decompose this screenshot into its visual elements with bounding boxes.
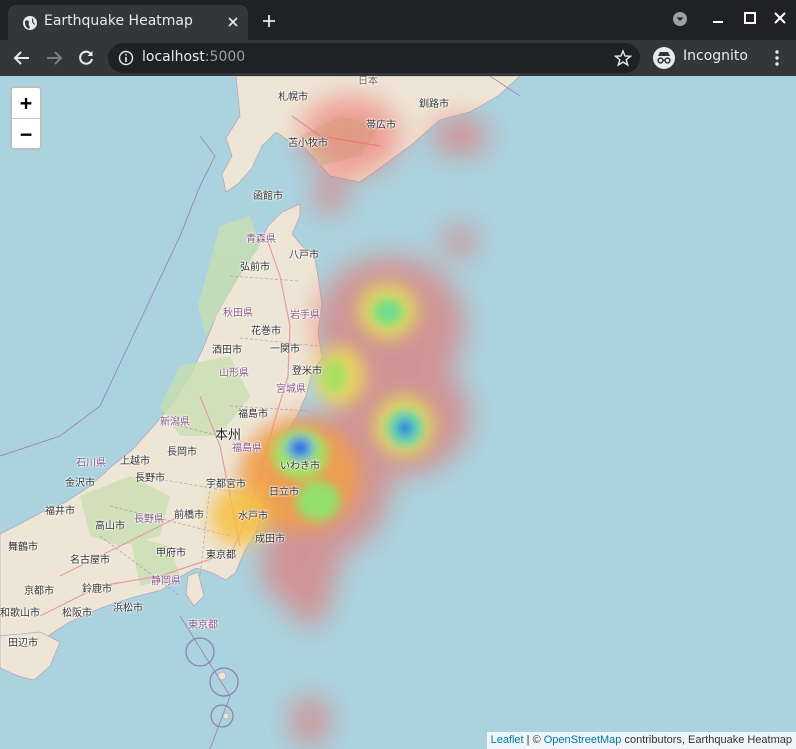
city-label: 松阪市 bbox=[62, 608, 92, 619]
profile-label[interactable]: Incognito bbox=[683, 48, 748, 64]
city-label: 札幌市 bbox=[278, 92, 308, 103]
globe-icon bbox=[23, 16, 37, 30]
city-label: 日立市 bbox=[269, 487, 299, 498]
city-label: 函館市 bbox=[253, 191, 283, 202]
map-base-layer bbox=[0, 76, 521, 749]
maximize-icon[interactable] bbox=[741, 10, 759, 28]
attribution-text: contributors, Earthquake Heatmap bbox=[621, 734, 792, 746]
prefecture-label: 宮城県 bbox=[276, 384, 306, 395]
minimize-icon[interactable] bbox=[709, 10, 727, 28]
city-label: 上越市 bbox=[120, 456, 150, 467]
city-label: 田辺市 bbox=[8, 638, 38, 649]
leaflet-link[interactable]: Leaflet bbox=[491, 734, 524, 746]
city-label: 長野市 bbox=[135, 473, 165, 484]
city-label: 甲府市 bbox=[156, 548, 186, 559]
city-label: 鈴鹿市 bbox=[82, 584, 112, 595]
city-label: 帯広市 bbox=[366, 120, 396, 131]
back-arrow-icon[interactable] bbox=[13, 49, 31, 67]
new-tab-icon[interactable] bbox=[260, 12, 278, 30]
zoom-out-button[interactable]: − bbox=[12, 119, 40, 149]
country-label: 日本 bbox=[358, 76, 378, 87]
prefecture-label: 秋田県 bbox=[223, 308, 253, 319]
izu-peninsula bbox=[185, 571, 205, 607]
prefecture-label: 石川県 bbox=[76, 458, 106, 469]
tab-search-icon[interactable] bbox=[671, 10, 689, 28]
url-port: :5000 bbox=[204, 49, 246, 65]
prefecture-label: 青森県 bbox=[246, 234, 276, 245]
zoom-in-button[interactable]: + bbox=[12, 88, 40, 119]
url-text: localhost:5000 bbox=[142, 49, 245, 65]
prefecture-label: 山形県 bbox=[219, 368, 249, 379]
close-window-icon[interactable] bbox=[771, 10, 789, 28]
city-label: 京都市 bbox=[24, 586, 54, 597]
prefecture-label: 新潟県 bbox=[160, 417, 190, 428]
city-label: 前橋市 bbox=[174, 510, 204, 521]
attribution-separator: | © bbox=[523, 734, 544, 746]
city-label: 高山市 bbox=[95, 521, 125, 532]
openstreetmap-link[interactable]: OpenStreetMap bbox=[544, 734, 622, 746]
prefecture-label: 東京都 bbox=[188, 620, 218, 631]
city-label: 成田市 bbox=[255, 534, 285, 545]
prefecture-label: 静岡県 bbox=[151, 576, 181, 587]
city-label: 浜松市 bbox=[113, 603, 143, 614]
city-label: 東京都 bbox=[206, 550, 236, 561]
map-container[interactable]: 日本 札幌市 釧路市 帯広市 苫小牧市 函館市 青森県 八戸市 弘前市 秋田県 … bbox=[0, 76, 796, 749]
browser-toolbar: localhost:5000 Incognito bbox=[0, 40, 796, 76]
reload-icon[interactable] bbox=[77, 49, 95, 67]
city-label: 一関市 bbox=[270, 344, 300, 355]
address-bar[interactable]: localhost:5000 bbox=[108, 43, 640, 73]
city-label: いわき市 bbox=[280, 461, 320, 472]
forward-arrow-icon[interactable] bbox=[45, 49, 63, 67]
city-label: 弘前市 bbox=[240, 262, 270, 273]
tab-strip: Earthquake Heatmap bbox=[0, 0, 796, 40]
city-label: 金沢市 bbox=[65, 478, 95, 489]
city-label: 登米市 bbox=[292, 366, 322, 377]
city-label: 酒田市 bbox=[212, 345, 242, 356]
prefecture-label: 福島県 bbox=[232, 443, 262, 454]
city-label: 花巻市 bbox=[251, 326, 281, 337]
zoom-control: + − bbox=[10, 86, 42, 150]
city-label: 舞鶴市 bbox=[8, 542, 38, 553]
tab-title: Earthquake Heatmap bbox=[44, 13, 193, 29]
city-label: 宇都宮市 bbox=[206, 479, 246, 490]
city-label: 福井市 bbox=[45, 506, 75, 517]
city-label: 名古屋市 bbox=[70, 555, 110, 566]
bookmark-star-icon[interactable] bbox=[614, 49, 632, 67]
city-label: 水戸市 bbox=[238, 511, 268, 522]
city-label: 福島市 bbox=[238, 409, 268, 420]
prefecture-label: 岩手県 bbox=[290, 310, 320, 321]
close-tab-icon[interactable] bbox=[226, 15, 240, 29]
prefecture-label: 長野県 bbox=[134, 514, 164, 525]
map-attribution: Leaflet | © OpenStreetMap contributors, … bbox=[486, 732, 796, 749]
incognito-icon[interactable] bbox=[652, 46, 676, 70]
info-icon[interactable] bbox=[118, 50, 134, 66]
city-label: 和歌山市 bbox=[0, 608, 40, 619]
city-label: 八戸市 bbox=[289, 250, 319, 261]
city-label: 苫小牧市 bbox=[288, 138, 328, 149]
city-label: 長岡市 bbox=[167, 447, 197, 458]
browser-tab[interactable]: Earthquake Heatmap bbox=[8, 5, 248, 40]
url-host: localhost bbox=[142, 49, 205, 65]
city-label: 釧路市 bbox=[419, 99, 449, 110]
more-menu-icon[interactable] bbox=[770, 49, 784, 67]
